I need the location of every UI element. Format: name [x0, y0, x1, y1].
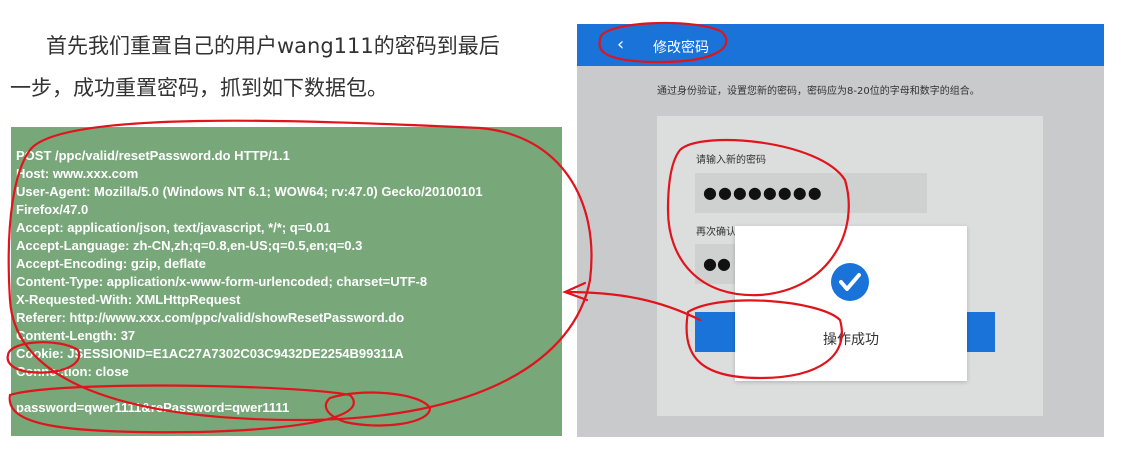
intro-line-2: 一步，成功重置密码，抓到如下数据包。 — [10, 76, 388, 100]
success-check-icon — [831, 263, 869, 301]
page-title: 修改密码 — [653, 40, 709, 56]
new-password-field[interactable]: ●●●●●●●● — [695, 173, 927, 213]
request-header-line: Referer: http://www.xxx.com/ppc/valid/sh… — [16, 310, 405, 325]
success-message: 操作成功 — [823, 332, 879, 348]
request-headers: POST /ppc/valid/resetPassword.do HTTP/1.… — [16, 147, 561, 381]
intro-line-1: 首先我们重置自己的用户wang111的密码到最后 — [46, 34, 500, 58]
request-header-line: Accept-Language: zh-CN,zh;q=0.8,en-US;q=… — [16, 238, 363, 253]
request-header-line: POST /ppc/valid/resetPassword.do HTTP/1.… — [16, 148, 290, 163]
success-modal: 操作成功 — [735, 226, 967, 381]
request-header-line: Connection: close — [16, 364, 129, 379]
request-header-line: User-Agent: Mozilla/5.0 (Windows NT 6.1;… — [16, 184, 483, 199]
request-header-line: Accept-Encoding: gzip, deflate — [16, 256, 206, 271]
app-header: ‹ 修改密码 — [577, 24, 1104, 66]
http-request-panel: POST /ppc/valid/resetPassword.do HTTP/1.… — [11, 127, 562, 436]
request-header-line: Content-Type: application/x-www-form-url… — [16, 274, 428, 289]
request-body: password=qwer1111&rePassword=qwer1111 — [16, 400, 290, 415]
back-icon[interactable]: ‹ — [617, 34, 624, 55]
request-header-line: X-Requested-With: XMLHttpRequest — [16, 292, 241, 307]
new-password-label: 请输入新的密码 — [696, 155, 766, 166]
request-header-line: Host: www.xxx.com — [16, 166, 139, 181]
request-header-line: Cookie: JSESSIONID=E1AC27A7302C03C9432DE… — [16, 346, 404, 361]
request-header-line: Accept: application/json, text/javascrip… — [16, 220, 331, 235]
password-hint: 通过身份验证，设置您新的密码，密码应为8-20位的字母和数字的组合。 — [657, 86, 980, 97]
request-header-line: Content-Length: 37 — [16, 328, 136, 343]
request-header-line: Firefox/47.0 — [16, 202, 89, 217]
intro-text: 首先我们重置自己的用户wang111的密码到最后 一步，成功重置密码，抓到如下数… — [10, 30, 550, 104]
